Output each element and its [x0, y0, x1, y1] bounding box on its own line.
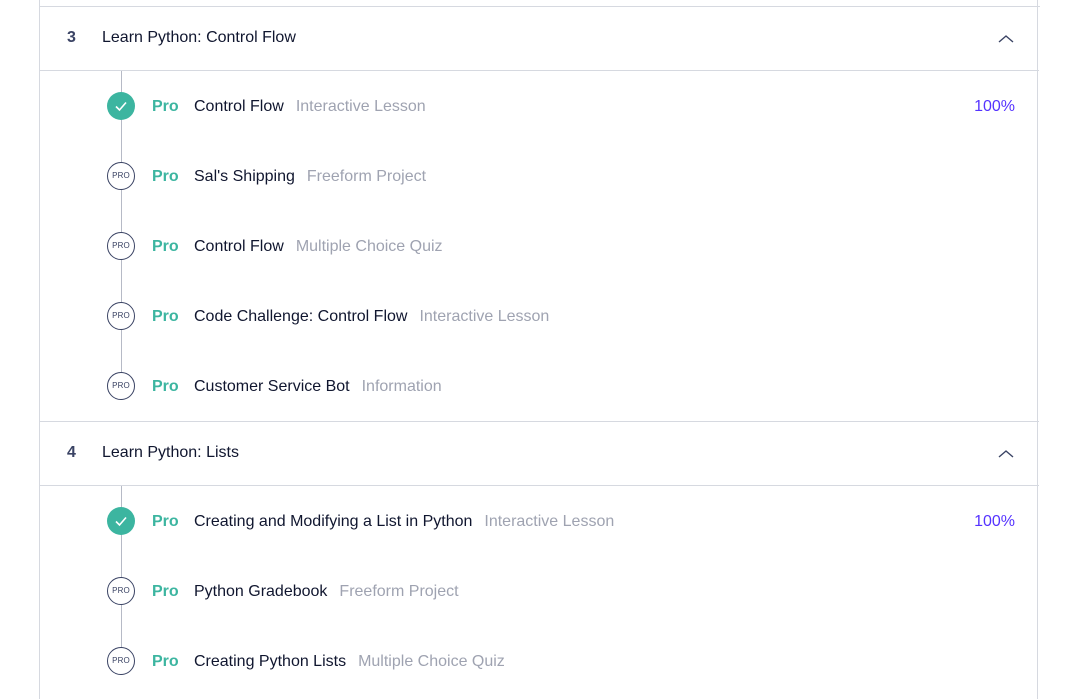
- chevron-up-icon[interactable]: [997, 448, 1015, 460]
- lesson-row[interactable]: PRO Pro Control Flow Multiple Choice Quiz: [40, 227, 1039, 267]
- pro-badge-label: PRO: [112, 381, 130, 390]
- lesson-text: Creating Python Lists Multiple Choice Qui…: [194, 653, 505, 671]
- progress-percent: 100%: [974, 513, 1015, 530]
- lesson-type: Interactive Lesson: [419, 308, 550, 325]
- pro-tag: Pro: [152, 583, 179, 600]
- lesson-type: Information: [361, 378, 442, 395]
- lesson-type: Interactive Lesson: [484, 513, 615, 530]
- module-title: Learn Python: Lists: [102, 444, 239, 461]
- pro-tag: Pro: [152, 308, 179, 325]
- lesson-row[interactable]: Pro Creating and Modifying a List in Pyt…: [40, 502, 1039, 542]
- module-header-3[interactable]: 3 Learn Python: Control Flow: [40, 7, 1039, 71]
- pro-badge-icon: PRO: [107, 577, 135, 605]
- pro-badge-icon: PRO: [107, 647, 135, 675]
- lesson-text: Control Flow Multiple Choice Quiz: [194, 238, 443, 256]
- completed-check-icon: [107, 507, 135, 535]
- module-header-4[interactable]: 4 Learn Python: Lists: [40, 422, 1039, 486]
- lesson-text: Customer Service Bot Information: [194, 378, 442, 396]
- pro-badge-icon: PRO: [107, 232, 135, 260]
- module-title: Learn Python: Control Flow: [102, 29, 296, 46]
- pro-badge-icon: PRO: [107, 302, 135, 330]
- lesson-title[interactable]: Python Gradebook: [194, 583, 327, 600]
- lesson-text: Creating and Modifying a List in Python I…: [194, 513, 614, 531]
- progress-percent: 100%: [974, 98, 1015, 115]
- lesson-type: Multiple Choice Quiz: [358, 653, 505, 670]
- pro-badge-icon: PRO: [107, 162, 135, 190]
- pro-tag: Pro: [152, 378, 179, 395]
- lesson-title[interactable]: Control Flow: [194, 238, 284, 255]
- lesson-type: Freeform Project: [306, 168, 427, 185]
- lesson-text: Sal's Shipping Freeform Project: [194, 168, 426, 186]
- lesson-title[interactable]: Control Flow: [194, 98, 284, 115]
- lesson-row[interactable]: Pro Control Flow Interactive Lesson 100%: [40, 87, 1039, 127]
- lesson-text: Code Challenge: Control Flow Interactive …: [194, 308, 549, 326]
- lesson-title[interactable]: Creating Python Lists: [194, 653, 346, 670]
- pro-badge-label: PRO: [112, 656, 130, 665]
- lesson-title[interactable]: Creating and Modifying a List in Python: [194, 513, 472, 530]
- pro-badge-icon: PRO: [107, 372, 135, 400]
- lesson-row[interactable]: PRO Pro Creating Python Lists Multiple Ch…: [40, 642, 1039, 682]
- module-number: 3: [67, 29, 76, 46]
- lesson-text: Python Gradebook Freeform Project: [194, 583, 459, 601]
- lesson-type: Multiple Choice Quiz: [295, 238, 443, 255]
- pro-tag: Pro: [152, 238, 179, 255]
- lesson-type: Interactive Lesson: [295, 98, 426, 115]
- pro-badge-label: PRO: [112, 311, 130, 320]
- lesson-title[interactable]: Customer Service Bot: [194, 378, 350, 395]
- lesson-row[interactable]: PRO Pro Customer Service Bot Information: [40, 367, 1039, 407]
- pro-badge-label: PRO: [112, 586, 130, 595]
- pro-badge-label: PRO: [112, 171, 130, 180]
- pro-tag: Pro: [152, 98, 179, 115]
- pro-tag: Pro: [152, 513, 179, 530]
- pro-tag: Pro: [152, 653, 179, 670]
- lesson-title[interactable]: Sal's Shipping: [194, 168, 295, 185]
- lesson-row[interactable]: PRO Pro Python Gradebook Freeform Project: [40, 572, 1039, 612]
- lesson-type: Freeform Project: [339, 583, 459, 600]
- pro-tag: Pro: [152, 168, 179, 185]
- lesson-row[interactable]: PRO Pro Sal's Shipping Freeform Project: [40, 157, 1039, 197]
- lesson-row[interactable]: PRO Pro Code Challenge: Control Flow Inte…: [40, 297, 1039, 337]
- completed-check-icon: [107, 92, 135, 120]
- module-number: 4: [67, 444, 76, 461]
- chevron-up-icon[interactable]: [997, 33, 1015, 45]
- pro-badge-label: PRO: [112, 241, 130, 250]
- lesson-text: Control Flow Interactive Lesson: [194, 98, 426, 116]
- lesson-title[interactable]: Code Challenge: Control Flow: [194, 308, 407, 325]
